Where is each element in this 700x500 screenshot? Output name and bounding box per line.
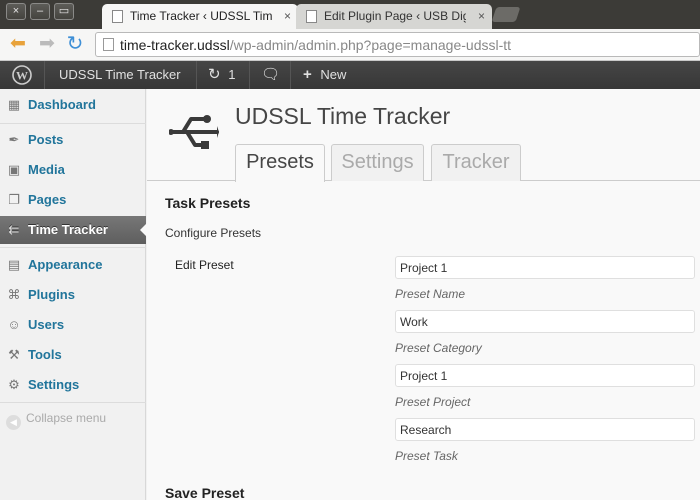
pin-icon: ✒ bbox=[8, 132, 20, 147]
sidebar-item-label: Time Tracker bbox=[28, 222, 108, 237]
wp-admin-bar: W UDSSL Time Tracker ↻ 1 🗨 + New bbox=[0, 61, 700, 89]
new-label: New bbox=[320, 67, 347, 82]
collapse-arrow-icon: ◀ bbox=[6, 415, 21, 430]
settings-icon: ⚙ bbox=[8, 377, 20, 392]
collapse-menu-label: Collapse menu bbox=[26, 411, 107, 425]
address-bar[interactable]: time-tracker.udssl/wp-admin/admin.php?pa… bbox=[95, 32, 700, 57]
site-name-link[interactable]: UDSSL Time Tracker bbox=[59, 61, 181, 89]
usb-icon: ⇇ bbox=[8, 222, 20, 237]
preset-task-description: Preset Task bbox=[395, 449, 458, 463]
sidebar-item-plugins[interactable]: ⌘ Plugins bbox=[0, 281, 146, 309]
section-title-task-presets: Task Presets bbox=[165, 195, 251, 211]
preset-name-input[interactable] bbox=[395, 256, 695, 279]
preset-project-description: Preset Project bbox=[395, 395, 471, 409]
section-description: Configure Presets bbox=[165, 226, 262, 240]
browser-toolbar: ⬅ ➡ ↻ time-tracker.udssl/wp-admin/admin.… bbox=[0, 29, 700, 61]
sidebar-item-time-tracker[interactable]: ⇇ Time Tracker bbox=[0, 216, 147, 244]
sidebar-item-label: Users bbox=[28, 317, 65, 332]
preset-name-description: Preset Name bbox=[395, 287, 466, 301]
sidebar-item-label: Media bbox=[28, 162, 65, 177]
main-content: UDSSL Time Tracker Presets Settings Trac… bbox=[147, 89, 700, 500]
comments-icon[interactable]: 🗨 bbox=[261, 61, 280, 89]
page-title: UDSSL Time Tracker bbox=[235, 103, 451, 129]
plugins-icon: ⌘ bbox=[7, 287, 21, 302]
browser-tab-label: Time Tracker ‹ UDSSL Tim bbox=[130, 9, 272, 23]
plus-icon: + bbox=[303, 66, 312, 83]
sidebar-item-appearance[interactable]: ▤ Appearance bbox=[0, 251, 146, 279]
sidebar-item-settings[interactable]: ⚙ Settings bbox=[0, 371, 146, 399]
window-minimize-button[interactable]: – bbox=[30, 3, 50, 20]
pages-icon: ❐ bbox=[8, 192, 20, 207]
sidebar-item-label: Dashboard bbox=[28, 97, 96, 112]
sidebar-item-label: Posts bbox=[28, 132, 64, 147]
sidebar-item-media[interactable]: ▣ Media bbox=[0, 156, 146, 184]
updates-icon: ↻ bbox=[208, 66, 221, 83]
sidebar-item-pages[interactable]: ❐ Pages bbox=[0, 186, 146, 214]
page-icon bbox=[103, 38, 114, 51]
sidebar-item-dashboard[interactable]: ▦ Dashboard bbox=[0, 91, 146, 119]
tab-close-icon[interactable]: × bbox=[284, 4, 291, 28]
sidebar-item-posts[interactable]: ✒ Posts bbox=[0, 126, 146, 154]
tab-close-icon[interactable]: × bbox=[478, 4, 485, 28]
appearance-icon: ▤ bbox=[7, 257, 21, 272]
updates-link[interactable]: ↻ 1 bbox=[208, 61, 235, 89]
wordpress-logo-icon[interactable]: W bbox=[12, 61, 34, 89]
forward-arrow-icon[interactable]: ➡ bbox=[36, 33, 58, 55]
page-icon bbox=[112, 10, 123, 23]
browser-tab-strip: × – ▭ Time Tracker ‹ UDSSL Tim × Edit Pl… bbox=[0, 0, 700, 29]
sidebar-item-label: Pages bbox=[28, 192, 67, 207]
dashboard-icon: ▦ bbox=[7, 97, 21, 112]
admin-sidebar-menu: ▦ Dashboard ✒ Posts ▣ Media ❐ Pages ⇇ Ti… bbox=[0, 89, 147, 500]
preset-category-description: Preset Category bbox=[395, 341, 482, 355]
sidebar-item-users[interactable]: ☺ Users bbox=[0, 311, 146, 339]
sidebar-item-label: Settings bbox=[28, 377, 80, 392]
sidebar-item-tools[interactable]: ⚒ Tools bbox=[0, 341, 146, 369]
address-url: time-tracker.udssl/wp-admin/admin.php?pa… bbox=[120, 37, 512, 53]
browser-tab-label: Edit Plugin Page ‹ USB Dig bbox=[324, 9, 466, 23]
new-tab-button[interactable] bbox=[491, 7, 521, 22]
preset-category-input[interactable] bbox=[395, 310, 695, 333]
media-icon: ▣ bbox=[7, 162, 21, 177]
sidebar-item-label: Plugins bbox=[28, 287, 75, 302]
preset-task-input[interactable] bbox=[395, 418, 695, 441]
tab-settings[interactable]: Settings bbox=[331, 144, 424, 181]
window-close-button[interactable]: × bbox=[6, 3, 26, 20]
section-title-save-preset: Save Preset bbox=[165, 485, 245, 500]
tools-icon: ⚒ bbox=[8, 347, 20, 362]
tab-presets[interactable]: Presets bbox=[235, 144, 325, 182]
sidebar-item-label: Appearance bbox=[28, 257, 103, 272]
users-icon: ☺ bbox=[7, 317, 21, 332]
reload-icon[interactable]: ↻ bbox=[64, 33, 86, 55]
tab-bar: Presets Settings Tracker bbox=[147, 144, 700, 182]
preset-project-input[interactable] bbox=[395, 364, 695, 387]
browser-tab-edit-plugin[interactable]: Edit Plugin Page ‹ USB Dig × bbox=[296, 4, 492, 29]
window-maximize-button[interactable]: ▭ bbox=[54, 3, 74, 20]
back-arrow-icon[interactable]: ⬅ bbox=[7, 33, 29, 55]
tab-tracker[interactable]: Tracker bbox=[431, 144, 521, 181]
edit-preset-label: Edit Preset bbox=[175, 258, 234, 272]
browser-tab-time-tracker[interactable]: Time Tracker ‹ UDSSL Tim × bbox=[102, 4, 298, 29]
updates-count: 1 bbox=[228, 67, 236, 82]
page-icon bbox=[306, 10, 317, 23]
svg-text:W: W bbox=[16, 69, 28, 83]
collapse-menu-button[interactable]: ◀ Collapse menu bbox=[6, 410, 106, 430]
new-content-link[interactable]: + New bbox=[303, 61, 346, 89]
sidebar-item-label: Tools bbox=[28, 347, 62, 362]
